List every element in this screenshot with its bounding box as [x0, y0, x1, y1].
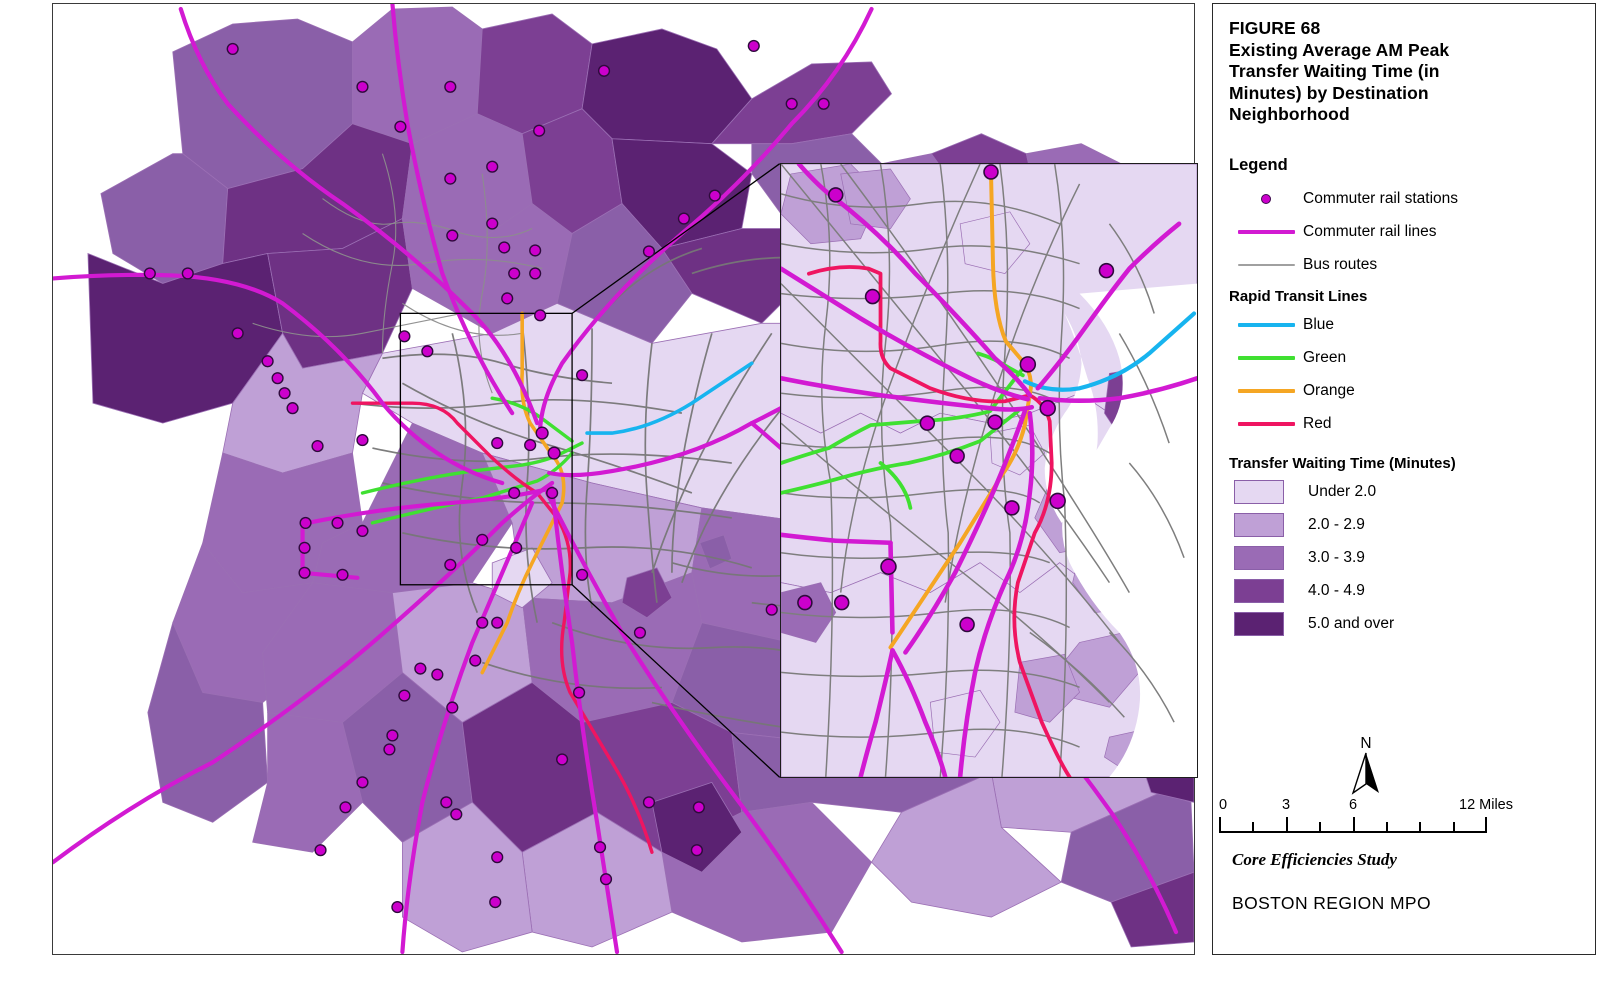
legend-item-blue-line: Blue: [1229, 309, 1581, 342]
red-line-icon: [1229, 422, 1303, 426]
legend-item-orange-line: Orange: [1229, 375, 1581, 408]
legend-item-bus-routes: Bus routes: [1229, 249, 1581, 282]
figure-title-line-3: Minutes) by Destination: [1229, 82, 1429, 103]
legend-class-4-to-49: 4.0 - 4.9: [1229, 575, 1581, 608]
scale-bar: 0 3 6 12 Miles: [1219, 797, 1539, 834]
swatch-3-to-39-icon: [1229, 546, 1308, 570]
legend-class-5-and-over: 5.0 and over: [1229, 608, 1581, 641]
figure-title-line-4: Neighborhood: [1229, 104, 1350, 124]
swatch-4-to-49-icon: [1229, 579, 1308, 603]
legend-label-commuter-rail-lines: Commuter rail lines: [1303, 223, 1437, 240]
orange-line-icon: [1229, 389, 1303, 393]
legend-item-commuter-rail-stations: Commuter rail stations: [1229, 183, 1581, 216]
legend-label-2-to-29: 2.0 - 2.9: [1308, 516, 1365, 533]
scale-tick-label-3: 3: [1282, 797, 1291, 813]
scale-tick-label-6: 6: [1349, 797, 1358, 813]
legend-heading: Legend: [1229, 155, 1288, 174]
figure-title-block: FIGURE 68 Existing Average AM Peak Trans…: [1229, 18, 1581, 126]
legend-label-5-and-over: 5.0 and over: [1308, 615, 1395, 632]
choropleth-heading: Transfer Waiting Time (Minutes): [1229, 454, 1456, 472]
north-arrow: N: [1340, 736, 1392, 800]
legend-class-3-to-39: 3.0 - 3.9: [1229, 542, 1581, 575]
inset-map-panel[interactable]: [780, 163, 1198, 778]
scale-tick-label-12: 12 Miles: [1459, 797, 1513, 813]
study-name: Core Efficiencies Study: [1232, 850, 1397, 869]
blue-line-icon: [1229, 323, 1303, 327]
legend-class-2-to-29: 2.0 - 2.9: [1229, 509, 1581, 542]
rapid-transit-heading: Rapid Transit Lines: [1229, 287, 1368, 305]
bus-route-line-icon: [1229, 264, 1303, 266]
legend-item-green-line: Green: [1229, 342, 1581, 375]
legend-label-under-2: Under 2.0: [1308, 483, 1377, 500]
legend-label-blue-line: Blue: [1303, 316, 1335, 333]
legend-label-commuter-rail-stations: Commuter rail stations: [1303, 190, 1459, 207]
figure-title-line-1: Existing Average AM Peak: [1229, 39, 1450, 60]
scale-bar-graphic: [1219, 817, 1539, 834]
north-arrow-label: N: [1360, 735, 1372, 752]
legend-item-commuter-rail-lines: Commuter rail lines: [1229, 216, 1581, 249]
scale-tick-label-0: 0: [1219, 797, 1228, 813]
legend-label-red-line: Red: [1303, 415, 1332, 432]
legend-label-bus-routes: Bus routes: [1303, 256, 1378, 273]
inset-choropleth: [781, 164, 1197, 777]
commuter-rail-station-icon: [1229, 194, 1303, 204]
agency-name: BOSTON REGION MPO: [1232, 893, 1432, 913]
figure-title-line-2: Transfer Waiting Time (in: [1229, 61, 1440, 81]
figure-number: FIGURE 68: [1229, 18, 1321, 38]
inset-map-graphic: [781, 164, 1197, 777]
legend-class-under-2: Under 2.0: [1229, 476, 1581, 509]
swatch-5-and-over-icon: [1229, 612, 1308, 636]
legend-label-green-line: Green: [1303, 349, 1347, 366]
legend-label-orange-line: Orange: [1303, 382, 1355, 399]
swatch-under-2-icon: [1229, 480, 1308, 504]
commuter-rail-line-icon: [1229, 230, 1303, 234]
legend-label-4-to-49: 4.0 - 4.9: [1308, 582, 1365, 599]
legend-label-3-to-39: 3.0 - 3.9: [1308, 549, 1365, 566]
north-arrow-icon: [1351, 752, 1379, 795]
legend-item-red-line: Red: [1229, 408, 1581, 441]
green-line-icon: [1229, 356, 1303, 360]
scale-bar-labels: 0 3 6 12 Miles: [1219, 797, 1539, 814]
swatch-2-to-29-icon: [1229, 513, 1308, 537]
